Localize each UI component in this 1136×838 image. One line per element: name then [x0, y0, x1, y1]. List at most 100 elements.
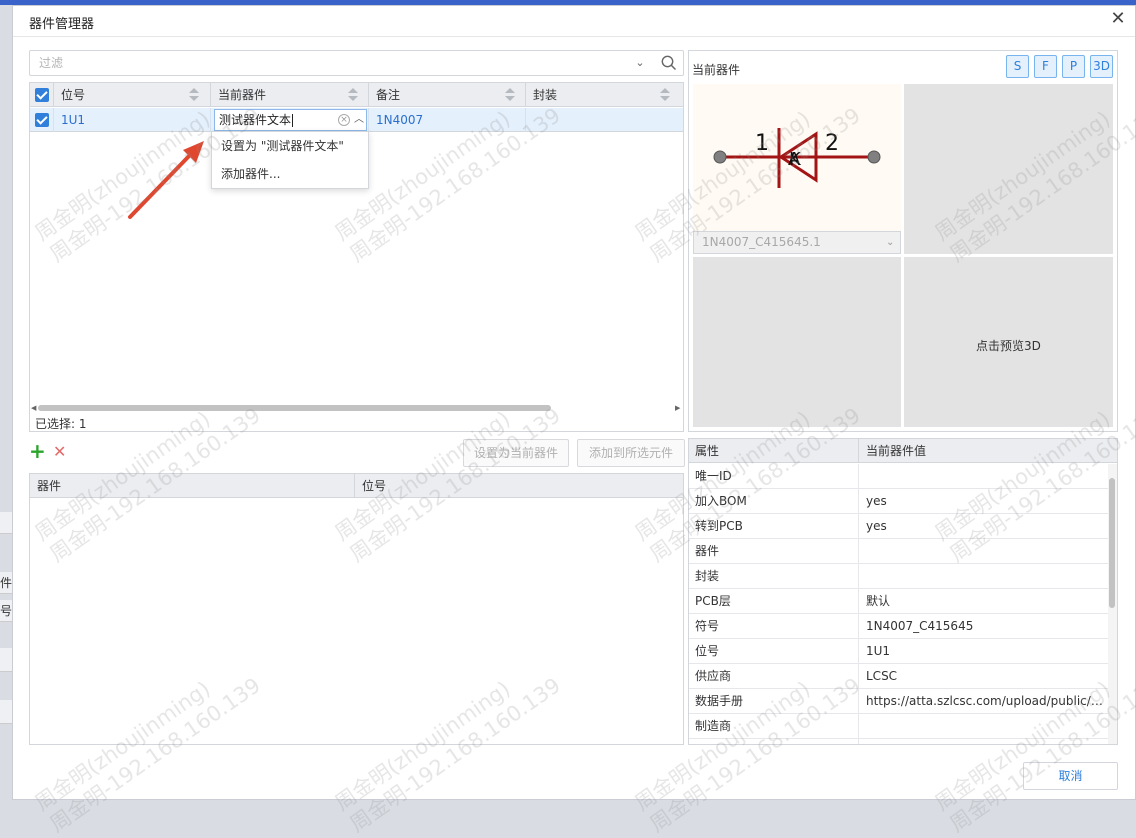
title-divider — [13, 36, 1135, 37]
property-row[interactable]: 供应商 LCSC — [689, 664, 1109, 689]
add-icon[interactable]: + — [29, 441, 46, 461]
clear-icon[interactable]: × — [338, 114, 350, 126]
property-row[interactable]: 制造商编号 — [689, 739, 1109, 744]
filter-box: ⌄ — [29, 50, 684, 76]
scrollbar-thumb[interactable] — [38, 405, 551, 411]
dialog-title: 器件管理器 — [29, 17, 95, 32]
sort-icon[interactable] — [660, 88, 670, 102]
property-value[interactable] — [860, 564, 1109, 588]
property-value[interactable]: yes — [860, 489, 1109, 513]
chevron-up-icon[interactable]: ︿ — [354, 110, 364, 130]
preview-panel: 当前器件 S F P 3D 1 2 A K 1N4007_C415645.1 ⌄ — [688, 50, 1118, 432]
row-select-cell[interactable] — [30, 108, 54, 132]
property-value[interactable]: 1U1 — [860, 639, 1109, 663]
header-remark-label: 备注 — [376, 88, 401, 102]
property-key: 位号 — [689, 639, 859, 663]
header-select-all[interactable] — [30, 83, 54, 107]
property-row[interactable]: 封装 — [689, 564, 1109, 589]
property-row[interactable]: 唯一ID — [689, 464, 1109, 489]
dropdown-item-set-as[interactable]: 设置为 "测试器件文本" — [212, 133, 368, 159]
symbol-preview[interactable]: 1 2 A K — [693, 84, 901, 254]
pcb-preview[interactable] — [693, 257, 901, 427]
property-value[interactable]: yes — [860, 514, 1109, 538]
select-all-checkbox[interactable] — [35, 88, 49, 102]
filter-input[interactable] — [31, 52, 631, 74]
horizontal-scrollbar[interactable]: ◀ ▶ — [30, 403, 683, 413]
property-row[interactable]: 数据手册 https://atta.szlcsc.com/upload/publi… — [689, 689, 1109, 714]
property-key: PCB层 — [689, 589, 859, 613]
row-designator[interactable]: 1U1 — [54, 108, 211, 132]
property-row[interactable]: 加入BOM yes — [689, 489, 1109, 514]
property-value[interactable] — [860, 539, 1109, 563]
component-manager-dialog: 器件管理器 ✕ ⌄ 位号 当前器件 备注 — [12, 5, 1136, 800]
search-icon[interactable] — [660, 54, 678, 72]
pin-cathode-label: K — [789, 149, 802, 170]
property-value[interactable] — [860, 739, 1109, 744]
delete-icon[interactable]: ✕ — [53, 444, 67, 460]
dropdown-item-add-part[interactable]: 添加器件... — [212, 161, 368, 187]
property-row[interactable]: PCB层 默认 — [689, 589, 1109, 614]
header-footprint[interactable]: 封装 — [526, 83, 683, 107]
property-row[interactable]: 位号 1U1 — [689, 639, 1109, 664]
view-pcb-button[interactable]: P — [1062, 55, 1085, 78]
sort-icon[interactable] — [505, 88, 515, 102]
properties-header: 属性 当前器件值 — [689, 439, 1117, 463]
close-icon[interactable]: ✕ — [1108, 9, 1128, 29]
property-key: 符号 — [689, 614, 859, 638]
row-checkbox[interactable] — [35, 113, 49, 127]
sort-icon[interactable] — [348, 88, 358, 102]
property-value[interactable]: 默认 — [860, 589, 1109, 613]
diode-symbol-icon: 1 2 A K — [713, 128, 881, 188]
current-part-editor[interactable]: 测试器件文本 × ︿ — [214, 109, 367, 131]
background-label-text: 号 — [0, 604, 12, 618]
scroll-left-icon[interactable]: ◀ — [31, 404, 36, 412]
property-row[interactable]: 符号 1N4007_C415645 — [689, 614, 1109, 639]
property-key: 制造商编号 — [689, 739, 859, 744]
annotation-arrow-icon — [128, 141, 204, 219]
chevron-down-icon[interactable]: ⌄ — [632, 53, 648, 73]
row-remark[interactable]: 1N4007 — [369, 108, 526, 132]
current-part-input-text[interactable]: 测试器件文本 — [219, 110, 294, 130]
symbol-select[interactable]: 1N4007_C415645.1 ⌄ — [693, 231, 901, 254]
header-designator[interactable]: 位号 — [355, 474, 683, 498]
property-key: 供应商 — [689, 664, 859, 688]
header-value: 当前器件值 — [866, 444, 927, 458]
property-key: 封装 — [689, 564, 859, 588]
selected-count: 已选择: 1 — [35, 417, 87, 431]
view-3d-button[interactable]: 3D — [1090, 55, 1113, 78]
add-to-selected-button[interactable]: 添加到所选元件 — [577, 439, 685, 467]
vertical-scrollbar[interactable] — [1108, 464, 1117, 744]
view-footprint-button[interactable]: F — [1034, 55, 1057, 78]
header-remark[interactable]: 备注 — [369, 83, 526, 107]
scroll-right-icon[interactable]: ▶ — [675, 404, 680, 412]
background-sliver — [0, 700, 12, 724]
cancel-button[interactable]: 取消 — [1023, 762, 1118, 790]
property-row[interactable]: 转到PCB yes — [689, 514, 1109, 539]
chevron-down-icon[interactable]: ⌄ — [886, 232, 894, 253]
sort-icon[interactable] — [189, 88, 199, 102]
text-caret — [292, 114, 294, 127]
model-3d-preview[interactable]: 点击预览3D — [904, 257, 1113, 427]
row-footprint[interactable] — [526, 108, 683, 132]
property-row[interactable]: 器件 — [689, 539, 1109, 564]
property-value[interactable]: LCSC — [860, 664, 1109, 688]
header-current-part[interactable]: 当前器件 — [211, 83, 369, 107]
footprint-preview[interactable] — [904, 84, 1113, 254]
set-as-current-button[interactable]: 设置为当前器件 — [463, 439, 569, 467]
property-row[interactable]: 制造商 — [689, 714, 1109, 739]
background-sliver — [0, 512, 12, 534]
table-row[interactable]: 1U1 测试器件文本 × ︿ 1N4007 — [30, 108, 683, 132]
current-part-value: 测试器件文本 — [219, 113, 292, 127]
header-part[interactable]: 器件 — [30, 474, 355, 498]
property-value[interactable] — [860, 714, 1109, 738]
part-list-header: 器件 位号 — [30, 474, 683, 498]
scrollbar-thumb[interactable] — [1109, 478, 1115, 608]
background-sliver — [0, 648, 12, 672]
property-value[interactable]: https://atta.szlcsc.com/upload/public/pd… — [860, 689, 1109, 713]
header-designator-label: 位号 — [61, 88, 86, 102]
preview-3d-label[interactable]: 点击预览3D — [904, 337, 1113, 354]
property-value[interactable] — [860, 464, 1109, 488]
property-value[interactable]: 1N4007_C415645 — [860, 614, 1109, 638]
view-symbol-button[interactable]: S — [1006, 55, 1029, 78]
header-designator[interactable]: 位号 — [54, 83, 211, 107]
